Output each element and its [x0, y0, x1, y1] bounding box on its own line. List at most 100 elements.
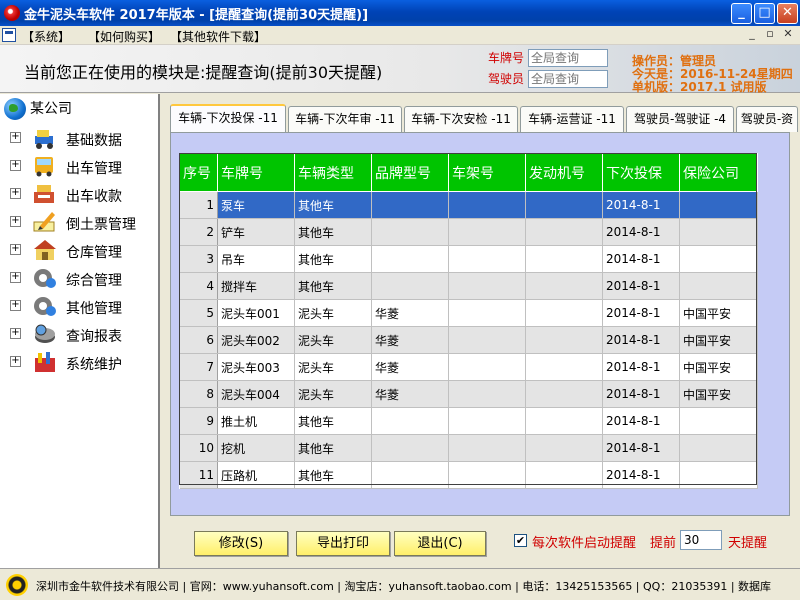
cell-plate[interactable]: 压路机: [217, 461, 295, 489]
menu-how-to-buy[interactable]: 【如何购买】: [88, 28, 160, 45]
cell-insurer[interactable]: 中国平安: [679, 353, 758, 381]
cell-engine-number[interactable]: [525, 272, 603, 300]
cell-engine-number[interactable]: [525, 407, 603, 435]
cell-vehicle-type[interactable]: 其他车: [294, 272, 372, 300]
cell-plate[interactable]: 铲车: [217, 218, 295, 246]
close-button[interactable]: ✕: [777, 3, 798, 24]
cell-vehicle-type[interactable]: 其他车: [294, 461, 372, 489]
edit-button[interactable]: 修改(S): [194, 531, 288, 556]
cell-vehicle-type[interactable]: 其他车: [294, 191, 372, 219]
cell-frame-number[interactable]: [448, 380, 526, 408]
cell-brand-model[interactable]: [371, 434, 449, 462]
cell-insurer[interactable]: [679, 245, 758, 273]
table-row[interactable]: 11 压路机 其他车 2014-8-1: [179, 461, 758, 489]
cell-index[interactable]: 1: [179, 191, 218, 219]
cell-frame-number[interactable]: [448, 434, 526, 462]
export-print-button[interactable]: 导出打印: [296, 531, 390, 556]
cell-index[interactable]: 6: [179, 326, 218, 354]
table-row[interactable]: 1 泵车 其他车 2014-8-1: [179, 191, 758, 219]
cell-vehicle-type[interactable]: 其他车: [294, 407, 372, 435]
cell-brand-model[interactable]: [371, 218, 449, 246]
cell-engine-number[interactable]: [525, 326, 603, 354]
cell-plate[interactable]: 挖机: [217, 434, 295, 462]
cell-brand-model[interactable]: [371, 461, 449, 489]
tab-vehicle-next-annual-review[interactable]: 车辆-下次年审 -11: [288, 106, 402, 132]
col-header-frame-number[interactable]: 车架号: [448, 153, 526, 192]
cell-vehicle-type[interactable]: 泥头车: [294, 326, 372, 354]
cell-index[interactable]: 8: [179, 380, 218, 408]
cell-brand-model[interactable]: [371, 191, 449, 219]
cell-index[interactable]: 4: [179, 272, 218, 300]
cell-next-insurance[interactable]: 2014-8-1: [602, 326, 680, 354]
cell-next-insurance[interactable]: 2014-8-1: [602, 218, 680, 246]
table-row[interactable]: 4 搅拌车 其他车 2014-8-1: [179, 272, 758, 300]
cell-engine-number[interactable]: [525, 299, 603, 327]
cell-vehicle-type[interactable]: 其他车: [294, 434, 372, 462]
cell-frame-number[interactable]: [448, 407, 526, 435]
table-row[interactable]: 9 推土机 其他车 2014-8-1: [179, 407, 758, 435]
cell-plate[interactable]: 推土机: [217, 407, 295, 435]
cell-insurer[interactable]: [679, 191, 758, 219]
cell-vehicle-type[interactable]: 其他车: [294, 245, 372, 273]
cell-frame-number[interactable]: [448, 326, 526, 354]
cell-next-insurance[interactable]: 2014-8-1: [602, 380, 680, 408]
table-row[interactable]: 5 泥头车001 泥头车 华菱 2014-8-1 中国平安: [179, 299, 758, 327]
col-header-engine-number[interactable]: 发动机号: [525, 153, 603, 192]
cell-next-insurance[interactable]: 2014-8-1: [602, 245, 680, 273]
exit-button[interactable]: 退出(C): [394, 531, 486, 556]
cell-frame-number[interactable]: [448, 299, 526, 327]
cell-brand-model[interactable]: 华菱: [371, 326, 449, 354]
expand-icon[interactable]: +: [10, 188, 21, 199]
cell-frame-number[interactable]: [448, 272, 526, 300]
cell-frame-number[interactable]: [448, 461, 526, 489]
maximize-button[interactable]: □: [754, 3, 775, 24]
cell-index[interactable]: 9: [179, 407, 218, 435]
cell-engine-number[interactable]: [525, 461, 603, 489]
cell-index[interactable]: 3: [179, 245, 218, 273]
cell-index[interactable]: 10: [179, 434, 218, 462]
expand-icon[interactable]: +: [10, 272, 21, 283]
minimize-button[interactable]: _: [731, 3, 752, 24]
tab-vehicle-operating-permit[interactable]: 车辆-运营证 -11: [520, 106, 624, 132]
mdi-restore-button[interactable]: ▫: [762, 27, 778, 43]
col-header-insurer[interactable]: 保险公司: [679, 153, 758, 192]
expand-icon[interactable]: +: [10, 132, 21, 143]
cell-next-insurance[interactable]: 2014-8-1: [602, 191, 680, 219]
cell-engine-number[interactable]: [525, 218, 603, 246]
cell-index[interactable]: 7: [179, 353, 218, 381]
cell-index[interactable]: 2: [179, 218, 218, 246]
cell-frame-number[interactable]: [448, 191, 526, 219]
cell-insurer[interactable]: [679, 272, 758, 300]
cell-vehicle-type[interactable]: 泥头车: [294, 299, 372, 327]
expand-icon[interactable]: +: [10, 244, 21, 255]
menu-system[interactable]: 【系统】: [22, 28, 70, 45]
menu-other-software[interactable]: 【其他软件下载】: [170, 28, 266, 45]
cell-engine-number[interactable]: [525, 191, 603, 219]
title-bar[interactable]: 金牛泥头车软件 2017年版本 - [提醒查询(提前30天提醒)] _ □ ✕: [0, 0, 800, 26]
cell-plate[interactable]: 泥头车001: [217, 299, 295, 327]
table-row[interactable]: 7 泥头车003 泥头车 华菱 2014-8-1 中国平安: [179, 353, 758, 381]
col-header-vehicle-type[interactable]: 车辆类型: [294, 153, 372, 192]
cell-brand-model[interactable]: [371, 272, 449, 300]
col-header-index[interactable]: 序号: [179, 153, 218, 192]
col-header-plate[interactable]: 车牌号: [217, 153, 295, 192]
cell-insurer[interactable]: [679, 434, 758, 462]
expand-icon[interactable]: +: [10, 328, 21, 339]
cell-insurer[interactable]: [679, 407, 758, 435]
table-row[interactable]: 8 泥头车004 泥头车 华菱 2014-8-1 中国平安: [179, 380, 758, 408]
expand-icon[interactable]: +: [10, 300, 21, 311]
table-row[interactable]: 6 泥头车002 泥头车 华菱 2014-8-1 中国平安: [179, 326, 758, 354]
cell-brand-model[interactable]: 华菱: [371, 380, 449, 408]
cell-insurer[interactable]: 中国平安: [679, 326, 758, 354]
cell-engine-number[interactable]: [525, 434, 603, 462]
cell-frame-number[interactable]: [448, 245, 526, 273]
plate-search-input[interactable]: [528, 49, 608, 67]
cell-plate[interactable]: 搅拌车: [217, 272, 295, 300]
cell-engine-number[interactable]: [525, 245, 603, 273]
cell-vehicle-type[interactable]: 其他车: [294, 218, 372, 246]
cell-index[interactable]: 5: [179, 299, 218, 327]
cell-engine-number[interactable]: [525, 353, 603, 381]
cell-index[interactable]: 11: [179, 461, 218, 489]
table-row[interactable]: 3 吊车 其他车 2014-8-1: [179, 245, 758, 273]
cell-next-insurance[interactable]: 2014-8-1: [602, 299, 680, 327]
